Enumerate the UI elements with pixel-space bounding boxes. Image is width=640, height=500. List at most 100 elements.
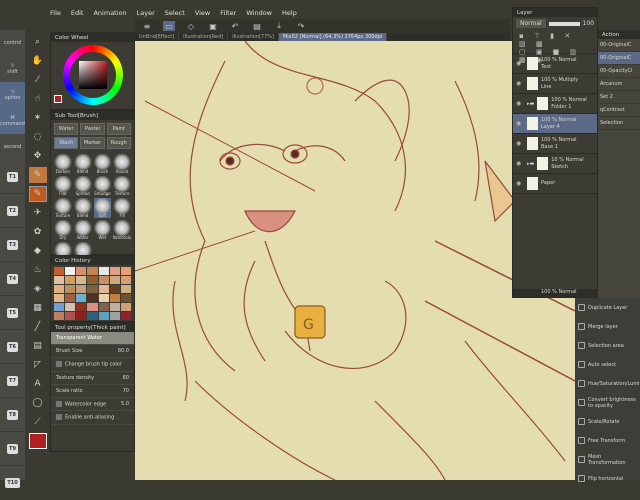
color-swatch[interactable] xyxy=(98,294,109,302)
color-swatch[interactable] xyxy=(98,285,109,293)
action-item[interactable]: 00-OriginalC xyxy=(598,39,640,52)
color-swatch[interactable] xyxy=(65,276,76,284)
text-tool-icon[interactable]: A xyxy=(29,376,47,392)
action-item[interactable]: Selection xyxy=(598,117,640,130)
brush-preset[interactable]: Blend xyxy=(73,198,92,218)
control-key[interactable]: control xyxy=(0,30,25,56)
redo-icon[interactable]: ↷ xyxy=(295,21,307,31)
shortcut-key-t8[interactable]: T8 xyxy=(0,398,25,432)
color-swatch[interactable] xyxy=(76,294,87,302)
color-swatch[interactable] xyxy=(109,276,120,284)
brush-preset[interactable]: Flat xyxy=(54,176,72,196)
lasso-tool-icon[interactable]: ◌ xyxy=(29,129,47,145)
blend-mode-select[interactable]: Normal xyxy=(516,19,546,28)
menu-item-select[interactable]: Select xyxy=(165,9,185,17)
save-icon[interactable]: ⤓ xyxy=(273,21,285,31)
color-swatch[interactable] xyxy=(87,267,98,275)
brush-preset[interactable]: Brush xyxy=(93,154,112,174)
action-item[interactable]: 00-OpacityCl xyxy=(598,65,640,78)
color-swatch[interactable] xyxy=(109,312,120,320)
line-tool-icon[interactable]: ╱ xyxy=(29,319,47,335)
quick-access-item[interactable]: Duplicate Layer xyxy=(575,298,640,317)
color-swatch[interactable] xyxy=(87,303,98,311)
color-swatch[interactable] xyxy=(54,303,65,311)
eye-icon[interactable]: ◉ xyxy=(516,180,524,187)
color-swatch[interactable] xyxy=(87,285,98,293)
shortcut-key-t1[interactable]: T1 xyxy=(0,160,25,194)
saturation-square[interactable] xyxy=(79,61,107,89)
color-swatch[interactable] xyxy=(120,312,131,320)
fill-tool-icon[interactable]: ◈ xyxy=(29,281,47,297)
ruler-tool-icon[interactable]: ◸ xyxy=(29,357,47,373)
eye-icon[interactable]: ◉ xyxy=(516,120,524,127)
new-icon[interactable]: ◇ xyxy=(185,21,197,31)
brush-preset[interactable]: Texture xyxy=(113,176,131,196)
canvas-tab[interactable]: Illustration[77%] xyxy=(228,33,279,41)
brush-preset[interactable]: Dry xyxy=(54,220,72,240)
quick-access-item[interactable]: Mesh Transformation xyxy=(575,450,640,469)
color-swatch[interactable] xyxy=(65,312,76,320)
menu-item-animation[interactable]: Animation xyxy=(93,9,126,17)
shortcut-key-t7[interactable]: T7 xyxy=(0,364,25,398)
decoration-tool-icon[interactable]: ✿ xyxy=(29,224,47,240)
folder-icon[interactable]: ▸▬ xyxy=(527,161,534,167)
menu-item-help[interactable]: Help xyxy=(282,9,297,17)
brush-category-paint[interactable]: Paint xyxy=(106,123,131,135)
color-swatch[interactable] xyxy=(65,267,76,275)
quick-access-item[interactable]: Hue/Saturation/Luminosity xyxy=(575,374,640,393)
layer-row[interactable]: ◉ 100 % Multiply Line xyxy=(513,74,597,94)
brush-category-wash[interactable]: Wash xyxy=(54,137,79,149)
change-brush-color-row[interactable]: Change brush tip color xyxy=(51,358,134,372)
scale-ratio-row[interactable]: Scale ratio 70 xyxy=(51,385,134,398)
option-key[interactable]: ⌥ option xyxy=(0,82,25,108)
color-swatch[interactable] xyxy=(109,267,120,275)
color-swatch[interactable] xyxy=(109,285,120,293)
color-swatch[interactable] xyxy=(76,285,87,293)
checkbox[interactable] xyxy=(56,414,62,420)
quick-access-item[interactable]: Convert brightness to opacity xyxy=(575,393,640,412)
color-swatch[interactable] xyxy=(120,276,131,284)
brush-tool-icon[interactable]: ✎ xyxy=(28,167,47,183)
eraser-tool-icon[interactable]: ◆ xyxy=(29,243,47,259)
blend-tool-icon[interactable]: ♨ xyxy=(29,262,47,278)
color-swatch[interactable] xyxy=(54,294,65,302)
menu-item-filter[interactable]: Filter xyxy=(220,9,236,17)
brush-preset[interactable]: Fill xyxy=(113,198,131,218)
color-swatch[interactable] xyxy=(87,312,98,320)
folder-icon[interactable]: ▤ xyxy=(251,21,263,31)
brush-preset[interactable]: Smudge xyxy=(93,176,112,196)
color-swatch[interactable] xyxy=(98,276,109,284)
color-swatch[interactable] xyxy=(65,285,76,293)
auto-select-tool-icon[interactable]: ✶ xyxy=(29,110,47,126)
brush-category-water[interactable]: Water xyxy=(54,123,79,135)
shortcut-key-t6[interactable]: T6 xyxy=(0,330,25,364)
brush-preset[interactable]: Texture xyxy=(54,198,72,218)
opacity-slider[interactable] xyxy=(548,21,580,26)
color-wheel[interactable] xyxy=(63,45,123,105)
quick-access-item[interactable]: Merge layer xyxy=(575,317,640,336)
layer-row[interactable]: ◉ 100 % Normal Layer 4 xyxy=(513,114,597,134)
color-swatch[interactable] xyxy=(120,267,131,275)
brush-preset[interactable]: Round xyxy=(113,154,131,174)
texture-density-row[interactable]: Texture density 60 xyxy=(51,372,134,385)
shortcut-key-t10[interactable]: T10 xyxy=(0,466,25,500)
main-color-swatch[interactable] xyxy=(28,433,47,449)
color-swatch[interactable] xyxy=(54,285,65,293)
move-tool-icon[interactable]: ✥ xyxy=(29,148,47,164)
layer-row[interactable]: ◉ 100 % Normal Base 1 xyxy=(513,134,597,154)
folder-icon[interactable]: ▸▬ xyxy=(527,101,534,107)
antialias-row[interactable]: Enable anti-aliasing xyxy=(51,411,134,425)
action-item[interactable]: Set 2 xyxy=(598,91,640,104)
correct-line-tool-icon[interactable]: ⟋ xyxy=(29,414,47,430)
eye-icon[interactable]: ◉ xyxy=(516,100,524,107)
undo-icon[interactable]: ↶ xyxy=(229,21,241,31)
operation-tool-icon[interactable]: ☝ xyxy=(29,91,47,107)
menu-item-edit[interactable]: Edit xyxy=(71,9,84,17)
menu-item-file[interactable]: File xyxy=(50,9,61,17)
color-swatch[interactable] xyxy=(109,303,120,311)
color-swatch[interactable] xyxy=(54,267,65,275)
opacity-value[interactable]: 100 xyxy=(583,20,594,27)
main-color-chip[interactable] xyxy=(54,95,62,103)
eye-icon[interactable]: ◉ xyxy=(516,80,524,87)
color-swatch[interactable] xyxy=(120,285,131,293)
